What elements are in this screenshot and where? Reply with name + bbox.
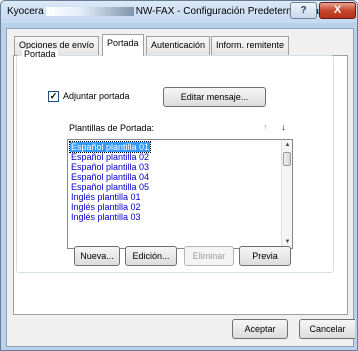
scroll-up-icon[interactable]: ▲ (282, 140, 292, 151)
title-prefix: Kyocera (7, 6, 44, 17)
list-item[interactable]: Español plantilla 04 (70, 172, 150, 182)
tab-inform-remitente[interactable]: Inform. remitente (211, 36, 290, 55)
close-button[interactable]: X (319, 2, 356, 19)
sort-down-icon[interactable]: ↓ (277, 122, 290, 134)
accept-label: Aceptar (244, 324, 276, 334)
cancel-button[interactable]: Cancelar (299, 319, 355, 339)
tab-label: Inform. remitente (216, 40, 285, 50)
preview-label: Previa (252, 251, 278, 261)
list-item[interactable]: Español plantilla 05 (70, 182, 150, 192)
window-title: Kyocera NW-FAX - Configuración Predetermi… (7, 6, 319, 17)
edit-label: Edición... (132, 251, 170, 261)
edit-button[interactable]: Edición... (125, 246, 177, 266)
scroll-thumb[interactable] (283, 152, 291, 166)
title-redaction (45, 7, 134, 17)
list-item[interactable]: Inglés plantilla 01 (70, 192, 142, 202)
delete-label: Eliminar (192, 251, 226, 261)
new-label: Nueva... (80, 251, 114, 261)
delete-button[interactable]: Eliminar (184, 246, 234, 266)
new-button[interactable]: Nueva... (74, 246, 120, 266)
list-scrollbar[interactable]: ▲ ▼ (281, 140, 292, 248)
tab-portada[interactable]: Portada (102, 34, 144, 56)
accept-button[interactable]: Aceptar (232, 319, 288, 339)
tab-label: Autenticación (151, 40, 206, 50)
templates-label: Plantillas de Portada: (69, 123, 155, 133)
list-item[interactable]: Inglés plantilla 03 (70, 212, 142, 222)
list-item[interactable]: Español plantilla 03 (70, 162, 150, 172)
tab-label: Portada (107, 38, 139, 48)
help-icon: ? (300, 5, 307, 16)
list-item[interactable]: Inglés plantilla 02 (70, 202, 142, 212)
edit-message-label: Editar mensaje... (180, 92, 249, 102)
tab-autenticacion[interactable]: Autenticación (146, 36, 211, 55)
attach-cover-label[interactable]: Adjuntar portada (63, 91, 130, 101)
attach-cover-checkbox[interactable]: ✓ (48, 91, 59, 102)
cancel-label: Cancelar (309, 324, 346, 334)
edit-message-button[interactable]: Editar mensaje... (163, 87, 266, 107)
check-icon: ✓ (49, 91, 58, 101)
preview-button[interactable]: Previa (239, 246, 291, 266)
title-bar[interactable]: Kyocera NW-FAX - Configuración Predetermi… (1, 1, 357, 23)
templates-listbox[interactable]: Español plantilla 01 Español plantilla 0… (67, 139, 293, 249)
sort-up-icon[interactable]: ↑ (259, 122, 272, 134)
close-icon: X (333, 4, 342, 16)
list-item[interactable]: Español plantilla 02 (70, 152, 150, 162)
help-button[interactable]: ? (290, 2, 317, 19)
list-item[interactable]: Español plantilla 01 (68, 141, 152, 153)
group-legend: Portada (22, 49, 58, 59)
